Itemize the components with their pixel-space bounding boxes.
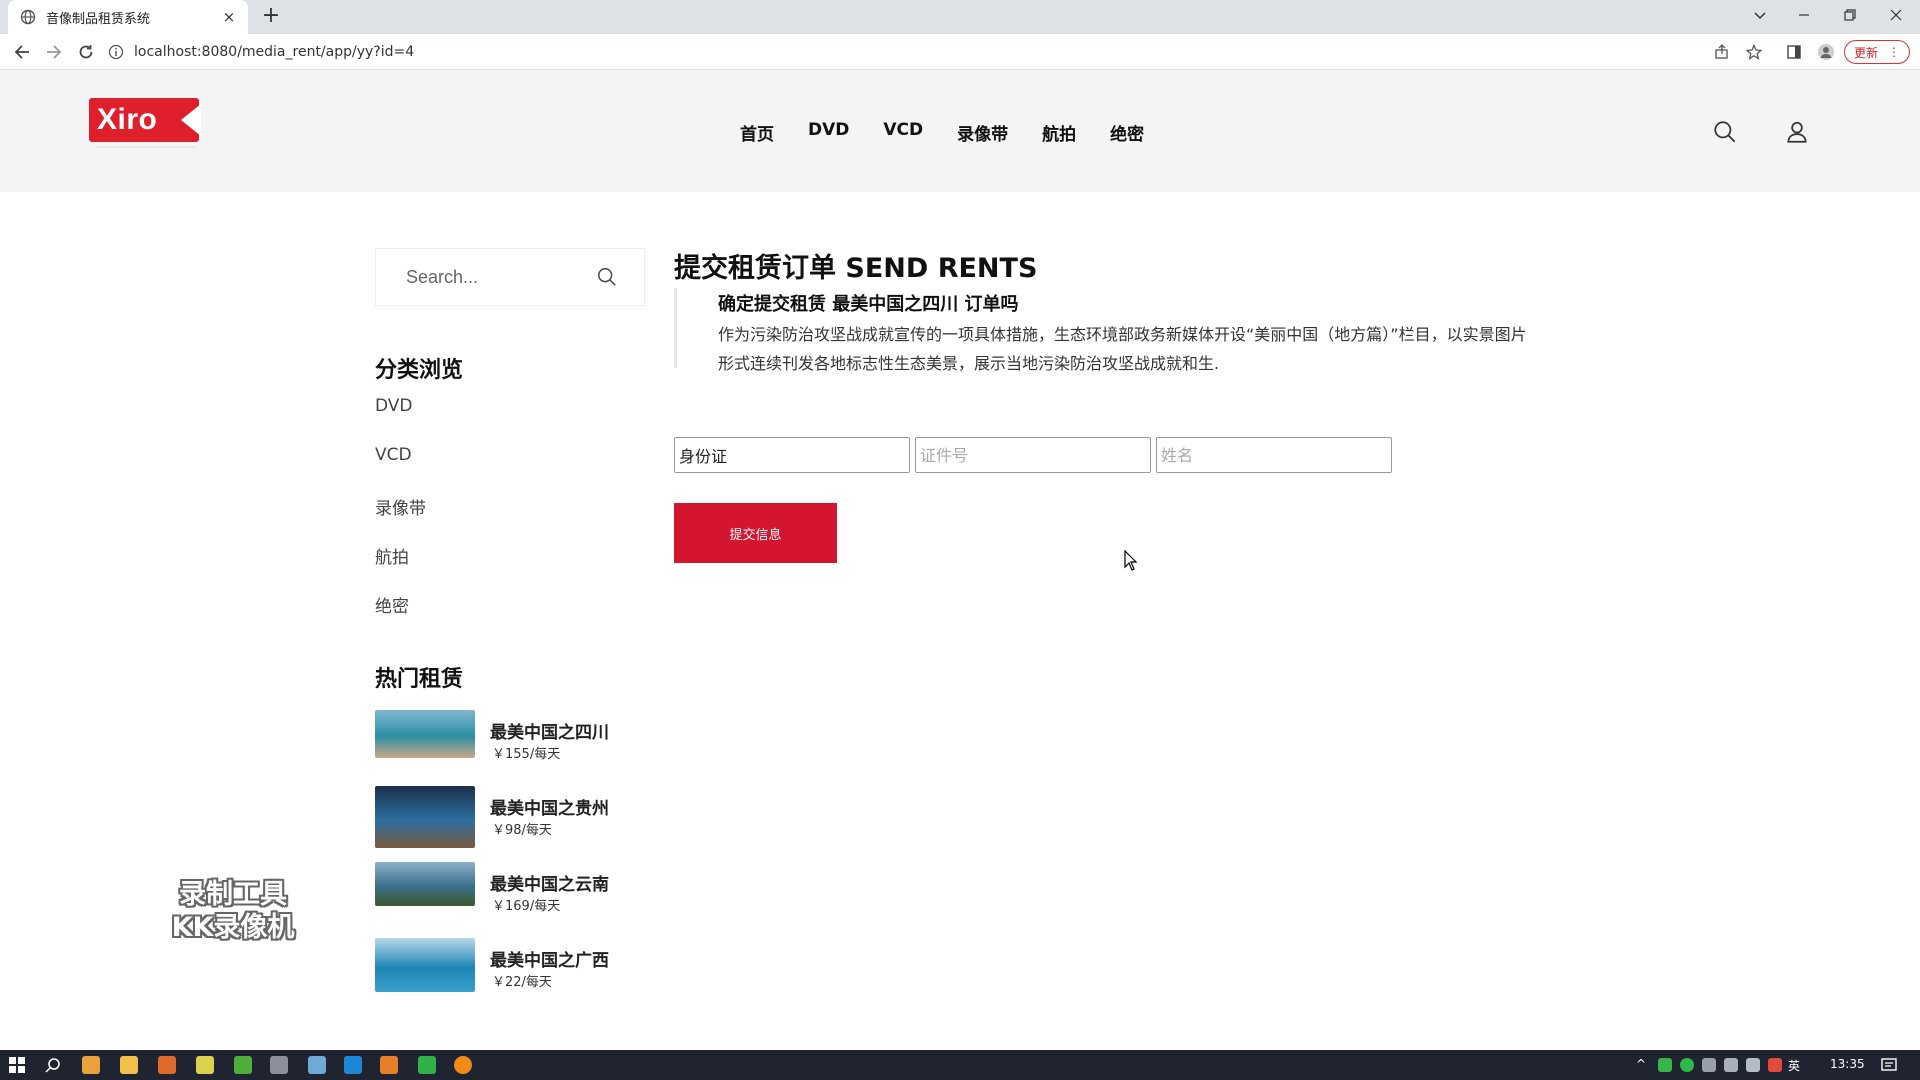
- category-item-vcd[interactable]: VCD: [375, 445, 426, 494]
- url-text: localhost:8080/media_rent/app/yy?id=4: [134, 44, 415, 60]
- confirm-title: 确定提交租赁 最美中国之四川 订单吗: [718, 294, 1019, 315]
- search-input[interactable]: [406, 266, 586, 288]
- category-item-secret[interactable]: 绝密: [375, 592, 426, 641]
- settings-gear-icon[interactable]: [270, 1056, 288, 1074]
- tray-display-icon[interactable]: [1702, 1058, 1716, 1072]
- site-header: Xiro 首页 DVD VCD 录像带 航拍 绝密: [0, 70, 1920, 192]
- browser-tab-bar: 音像制品租赁系统 × +: [0, 0, 1920, 34]
- nav-dvd[interactable]: DVD: [808, 120, 849, 145]
- recorder-app-icon[interactable]: [380, 1056, 398, 1074]
- logo-underline: [95, 146, 195, 148]
- tray-input-icon[interactable]: [1768, 1058, 1782, 1072]
- order-confirm-quote: 确定提交租赁 最美中国之四川 订单吗 作为污染防治攻坚战成就宣传的一项具体措施，…: [674, 288, 1536, 373]
- search-icon[interactable]: [596, 266, 618, 288]
- rent-form: [674, 437, 1392, 473]
- clock[interactable]: 13:35: [1830, 1057, 1865, 1071]
- category-item-aerial[interactable]: 航拍: [375, 543, 426, 592]
- product-description: 作为污染防治攻坚战成就宣传的一项具体措施，生态环境部政务新媒体开设“美丽中国（地…: [718, 325, 1527, 373]
- app-icon[interactable]: [234, 1056, 252, 1074]
- browser-toolbar: localhost:8080/media_rent/app/yy?id=4 更新…: [0, 34, 1920, 70]
- search-app-icon[interactable]: [158, 1056, 176, 1074]
- share-icon[interactable]: [1708, 38, 1736, 66]
- nav-vcd[interactable]: VCD: [883, 120, 923, 145]
- close-window-icon[interactable]: [1874, 0, 1918, 30]
- reload-icon[interactable]: [72, 38, 100, 66]
- nav-secret[interactable]: 绝密: [1110, 120, 1144, 145]
- back-icon[interactable]: [8, 38, 36, 66]
- file-explorer-icon[interactable]: [120, 1056, 138, 1074]
- tray-chevron-icon[interactable]: ^: [1636, 1057, 1646, 1071]
- category-item-videotape[interactable]: 录像带: [375, 494, 426, 543]
- name-field[interactable]: [1156, 437, 1392, 473]
- category-item-dvd[interactable]: DVD: [375, 396, 426, 445]
- id-type-field[interactable]: [674, 437, 910, 473]
- windows-taskbar: ^ 英 13:35: [0, 1050, 1920, 1080]
- site-info-icon[interactable]: [108, 44, 124, 60]
- browser-tab[interactable]: 音像制品租赁系统 ×: [8, 0, 248, 34]
- logo-text: Xiro: [97, 103, 158, 136]
- volume-icon[interactable]: [1746, 1058, 1760, 1072]
- id-number-field[interactable]: [915, 437, 1151, 473]
- product-price: ￥155/每天: [492, 747, 561, 762]
- notepad-icon[interactable]: [196, 1056, 214, 1074]
- recorder-watermark: 录制工具 KK录像机: [158, 878, 308, 944]
- product-thumbnail[interactable]: [375, 710, 475, 758]
- address-bar[interactable]: localhost:8080/media_rent/app/yy?id=4: [108, 38, 1738, 66]
- tray-app-icon[interactable]: [1658, 1058, 1672, 1072]
- sidepanel-icon[interactable]: [1780, 38, 1808, 66]
- file-icon[interactable]: [308, 1056, 326, 1074]
- nav-home[interactable]: 首页: [740, 120, 774, 145]
- minimize-icon[interactable]: [1782, 0, 1826, 30]
- tab-title: 音像制品租赁系统: [46, 11, 151, 27]
- product-name[interactable]: 最美中国之四川: [490, 718, 609, 743]
- tray-wechat-icon[interactable]: [1680, 1058, 1694, 1072]
- page-title: 提交租赁订单 SEND RENTS: [674, 253, 1038, 284]
- ime-indicator[interactable]: 英: [1788, 1057, 1800, 1074]
- app-icon[interactable]: [454, 1056, 472, 1074]
- editor-icon[interactable]: [344, 1056, 362, 1074]
- globe-icon: [20, 9, 36, 25]
- update-label: 更新: [1853, 45, 1878, 60]
- mouse-pointer-icon: [1124, 550, 1138, 571]
- hot-rentals-heading: 热门租赁: [375, 667, 464, 692]
- categories-heading: 分类浏览: [375, 358, 464, 383]
- bookmark-star-icon[interactable]: [1740, 38, 1768, 66]
- product-thumbnail[interactable]: [375, 786, 475, 848]
- forward-icon[interactable]: [40, 38, 68, 66]
- product-thumbnail[interactable]: [375, 862, 475, 906]
- wechat-icon[interactable]: [418, 1056, 436, 1074]
- windows-start-icon[interactable]: [8, 1056, 26, 1074]
- search-icon[interactable]: [1712, 119, 1738, 145]
- wifi-icon[interactable]: [1724, 1058, 1738, 1072]
- user-icon[interactable]: [1784, 119, 1810, 145]
- product-thumbnail[interactable]: [375, 938, 475, 992]
- product-name[interactable]: 最美中国之云南: [490, 870, 609, 895]
- product-name[interactable]: 最美中国之贵州: [490, 794, 609, 819]
- category-list: DVD VCD 录像带 航拍 绝密: [375, 396, 426, 641]
- product-name[interactable]: 最美中国之广西: [490, 946, 609, 971]
- profile-avatar-icon[interactable]: [1812, 38, 1840, 66]
- product-price: ￥98/每天: [492, 823, 552, 838]
- nav-aerial[interactable]: 航拍: [1042, 120, 1076, 145]
- tab-search-icon[interactable]: [1738, 0, 1782, 30]
- new-tab-button[interactable]: +: [258, 4, 284, 30]
- nav-videotape[interactable]: 录像带: [957, 120, 1008, 145]
- restore-icon[interactable]: [1828, 0, 1872, 30]
- search-icon[interactable]: [44, 1056, 62, 1074]
- update-button[interactable]: 更新 ⋮: [1844, 40, 1910, 64]
- notification-icon[interactable]: [1880, 1056, 1898, 1074]
- logo-play-icon: [181, 104, 201, 136]
- close-tab-icon[interactable]: ×: [220, 8, 238, 26]
- product-price: ￥169/每天: [492, 899, 561, 914]
- product-price: ￥22/每天: [492, 975, 552, 990]
- watermark-line-1: 录制工具: [179, 879, 287, 910]
- submit-button[interactable]: 提交信息: [674, 503, 837, 563]
- sidebar-search: [375, 248, 645, 306]
- watermark-line-2: KK录像机: [171, 912, 295, 943]
- site-logo[interactable]: Xiro: [89, 98, 201, 142]
- main-nav: 首页 DVD VCD 录像带 航拍 绝密: [740, 120, 1178, 145]
- more-menu-icon: ⋮: [1888, 45, 1900, 59]
- chrome-icon[interactable]: [82, 1056, 100, 1074]
